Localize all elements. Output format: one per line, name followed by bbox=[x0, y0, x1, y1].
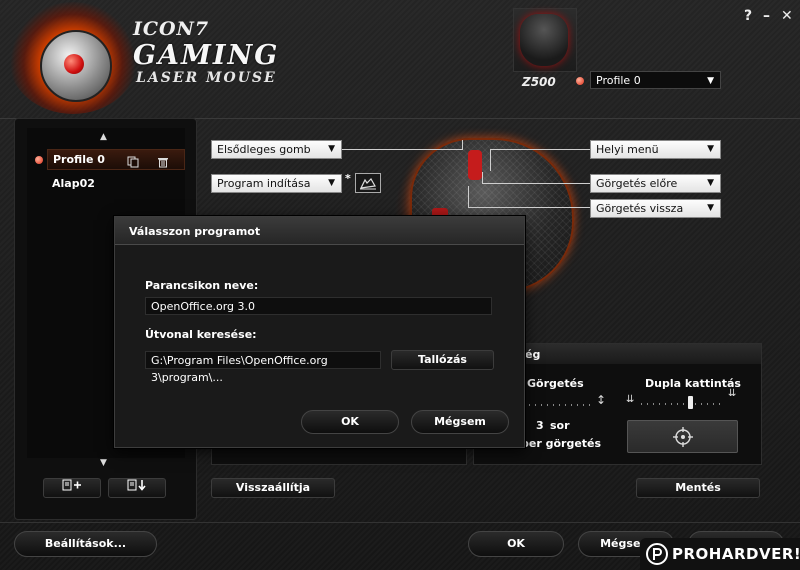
connector-line bbox=[468, 207, 590, 208]
scroll-down-icon[interactable]: ▼ bbox=[100, 458, 107, 468]
help-button[interactable]: ? bbox=[744, 8, 752, 24]
chevron-down-icon: ▼ bbox=[328, 178, 335, 188]
footer-divider bbox=[0, 522, 800, 523]
logo-red-dot bbox=[64, 54, 84, 74]
dialog-ok-button[interactable]: OK bbox=[301, 410, 399, 434]
scroll-label: Görgetés bbox=[527, 377, 584, 390]
watermark-text: PROHARDVER! bbox=[672, 545, 800, 563]
brand-line1: ICON7 bbox=[133, 18, 210, 40]
minimize-button[interactable]: – bbox=[763, 8, 770, 24]
crosshair-icon bbox=[673, 427, 693, 447]
device-status-dot bbox=[576, 77, 584, 85]
mouse-thumbnail bbox=[520, 14, 568, 66]
copy-icon[interactable] bbox=[127, 153, 139, 168]
scroll-up-icon[interactable]: ▲ bbox=[100, 132, 107, 142]
settings-panel-title: ég bbox=[525, 348, 541, 361]
edit-action-button[interactable] bbox=[355, 173, 381, 193]
button-mapping-side[interactable]: Program indítása ▼ bbox=[211, 174, 342, 193]
device-model: Z500 bbox=[522, 75, 556, 89]
connector-line bbox=[462, 140, 463, 150]
import-profile-button[interactable] bbox=[108, 478, 166, 498]
chevron-down-icon: ▼ bbox=[707, 178, 714, 188]
app-window: ICON7 GAMING LASER MOUSE ? – ✕ Z500 Prof… bbox=[0, 0, 800, 570]
settings-button[interactable]: Beállítások... bbox=[14, 531, 157, 557]
button-mapping-context[interactable]: Helyi menü ▼ bbox=[590, 140, 721, 159]
mapping-value: Görgetés előre bbox=[596, 177, 678, 190]
close-button[interactable]: ✕ bbox=[781, 8, 793, 24]
hand-edit-icon bbox=[359, 178, 376, 190]
browse-button[interactable]: Tallózás bbox=[391, 350, 494, 370]
ok-button[interactable]: OK bbox=[468, 531, 564, 557]
connector-line bbox=[482, 172, 483, 184]
chevron-down-icon: ▼ bbox=[707, 203, 714, 213]
save-button[interactable]: Mentés bbox=[636, 478, 760, 498]
connector-line bbox=[342, 149, 462, 150]
vertical-arrows-icon: ↕ bbox=[596, 393, 607, 407]
watermark-badge: PROHARDVER! bbox=[640, 538, 800, 570]
connector-line bbox=[468, 186, 469, 208]
mapping-value: Helyi menü bbox=[596, 143, 659, 156]
shortcut-name-field[interactable]: OpenOffice.org 3.0 bbox=[145, 297, 492, 315]
modified-marker: * bbox=[345, 172, 351, 185]
dialog-titlebar: Válasszon programot bbox=[115, 217, 524, 245]
double-click-test-area[interactable] bbox=[627, 420, 738, 453]
chevron-down-icon: ▼ bbox=[328, 144, 335, 154]
double-click-slider-thumb[interactable] bbox=[688, 396, 693, 409]
active-profile-dot bbox=[35, 156, 43, 164]
chevron-down-icon: ▼ bbox=[707, 76, 714, 86]
button-mapping-forward[interactable]: Görgetés előre ▼ bbox=[590, 174, 721, 193]
dialog-cancel-button[interactable]: Mégsem bbox=[411, 410, 509, 434]
double-click-label: Dupla kattintás bbox=[645, 377, 741, 390]
brand-line2: GAMING bbox=[133, 40, 280, 71]
connector-line bbox=[482, 183, 590, 184]
connector-line bbox=[490, 149, 590, 150]
reset-button[interactable]: Visszaállítja bbox=[211, 478, 335, 498]
prohardver-logo-icon bbox=[646, 543, 668, 565]
per-scroll-label: per görgetés bbox=[521, 437, 602, 450]
profile-item-label: Profile 0 bbox=[53, 153, 105, 166]
scroll-slider[interactable] bbox=[523, 404, 593, 406]
new-profile-button[interactable] bbox=[43, 478, 101, 498]
button-mapping-back[interactable]: Görgetés vissza ▼ bbox=[590, 199, 721, 218]
profile-item-alap02[interactable]: Alap02 bbox=[52, 177, 95, 190]
mouse-wheel-highlight bbox=[468, 150, 482, 180]
slow-speed-icon: ⇊ bbox=[626, 394, 635, 405]
double-click-slider[interactable] bbox=[641, 403, 723, 405]
brand-line3: LASER MOUSE bbox=[136, 70, 277, 86]
fast-speed-icon: ⇊ bbox=[728, 388, 737, 399]
shortcut-name-value: OpenOffice.org 3.0 bbox=[151, 300, 256, 313]
path-label: Útvonal keresése: bbox=[145, 328, 257, 341]
mapping-value: Görgetés vissza bbox=[596, 202, 684, 215]
profile-dropdown-value: Profile 0 bbox=[596, 74, 641, 87]
import-file-icon bbox=[127, 479, 146, 491]
button-mapping-left[interactable]: Elsődleges gomb ▼ bbox=[211, 140, 342, 159]
profile-dropdown[interactable]: Profile 0 ▼ bbox=[590, 71, 721, 89]
connector-line bbox=[490, 149, 491, 171]
choose-program-dialog: Válasszon programot Parancsikon neve: Op… bbox=[114, 216, 525, 448]
path-field[interactable]: G:\Program Files\OpenOffice.org 3\progra… bbox=[145, 351, 381, 384]
chevron-down-icon: ▼ bbox=[707, 144, 714, 154]
path-value: G:\Program Files\OpenOffice.org 3\progra… bbox=[151, 354, 328, 384]
rows-unit: sor bbox=[550, 419, 570, 432]
new-file-icon bbox=[62, 479, 81, 491]
dialog-title: Válasszon programot bbox=[129, 225, 261, 238]
trash-icon[interactable] bbox=[157, 153, 169, 168]
shortcut-name-label: Parancsikon neve: bbox=[145, 279, 259, 292]
rows-value: 3 bbox=[536, 419, 544, 432]
mapping-value: Elsődleges gomb bbox=[217, 143, 311, 156]
mapping-value: Program indítása bbox=[217, 177, 311, 190]
